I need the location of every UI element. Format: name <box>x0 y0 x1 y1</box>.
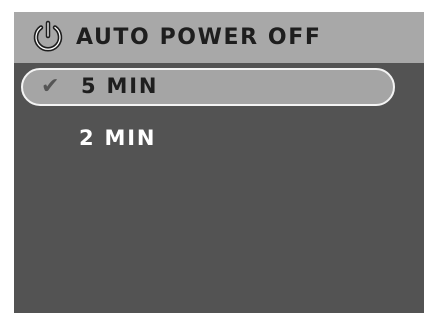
menu-title: AUTO POWER OFF <box>76 25 322 50</box>
menu-item-2-min[interactable]: 2 MIN <box>21 119 395 157</box>
menu-item-label: 2 MIN <box>79 125 157 150</box>
menu-item-label: 5 MIN <box>81 74 159 98</box>
menu-title-bar: AUTO POWER OFF <box>14 12 424 63</box>
checkmark-icon: ✔ <box>41 74 60 99</box>
camera-menu-screen: AUTO POWER OFF ✔ 5 MIN 2 MIN <box>14 12 424 313</box>
power-icon <box>33 20 63 52</box>
menu-item-5-min[interactable]: ✔ 5 MIN <box>21 68 395 106</box>
